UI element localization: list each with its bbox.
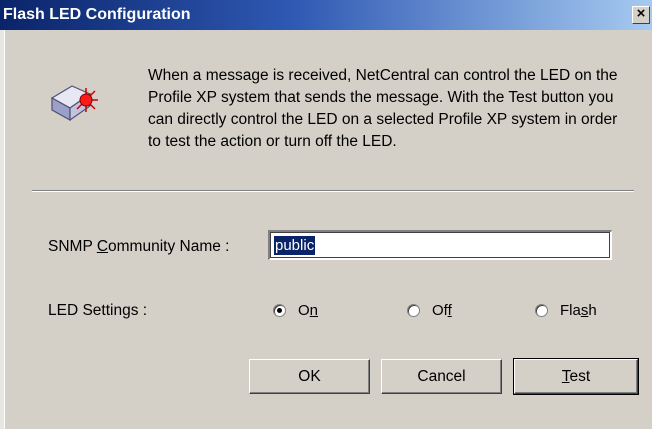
close-icon: × xyxy=(636,5,646,22)
led-flash-radio[interactable]: Flash xyxy=(535,302,597,319)
description-text: When a message is received, NetCentral c… xyxy=(148,67,618,150)
radio-unchecked-icon xyxy=(535,304,548,317)
led-settings-label: LED Settings : xyxy=(48,302,148,319)
window-edge xyxy=(0,30,5,429)
snmp-community-value: public xyxy=(274,236,316,255)
separator xyxy=(32,190,634,192)
snmp-community-input[interactable]: public xyxy=(268,230,612,260)
led-device-icon xyxy=(50,85,98,122)
led-flash-label: Flash xyxy=(560,302,597,319)
radio-unchecked-icon xyxy=(407,304,420,317)
title-bar: Flash LED Configuration × xyxy=(0,0,652,30)
window-title: Flash LED Configuration xyxy=(3,6,191,23)
snmp-community-label: SNMP Community Name : xyxy=(48,238,230,255)
led-off-radio[interactable]: Off xyxy=(407,302,452,319)
cancel-button[interactable]: Cancel xyxy=(381,359,502,394)
led-off-label: Off xyxy=(432,302,452,319)
led-on-radio[interactable]: On xyxy=(273,302,318,319)
radio-checked-icon xyxy=(273,304,286,317)
test-button[interactable]: Test xyxy=(513,358,639,395)
led-on-label: On xyxy=(298,302,319,319)
ok-button[interactable]: OK xyxy=(249,359,370,394)
close-button[interactable]: × xyxy=(632,6,650,24)
